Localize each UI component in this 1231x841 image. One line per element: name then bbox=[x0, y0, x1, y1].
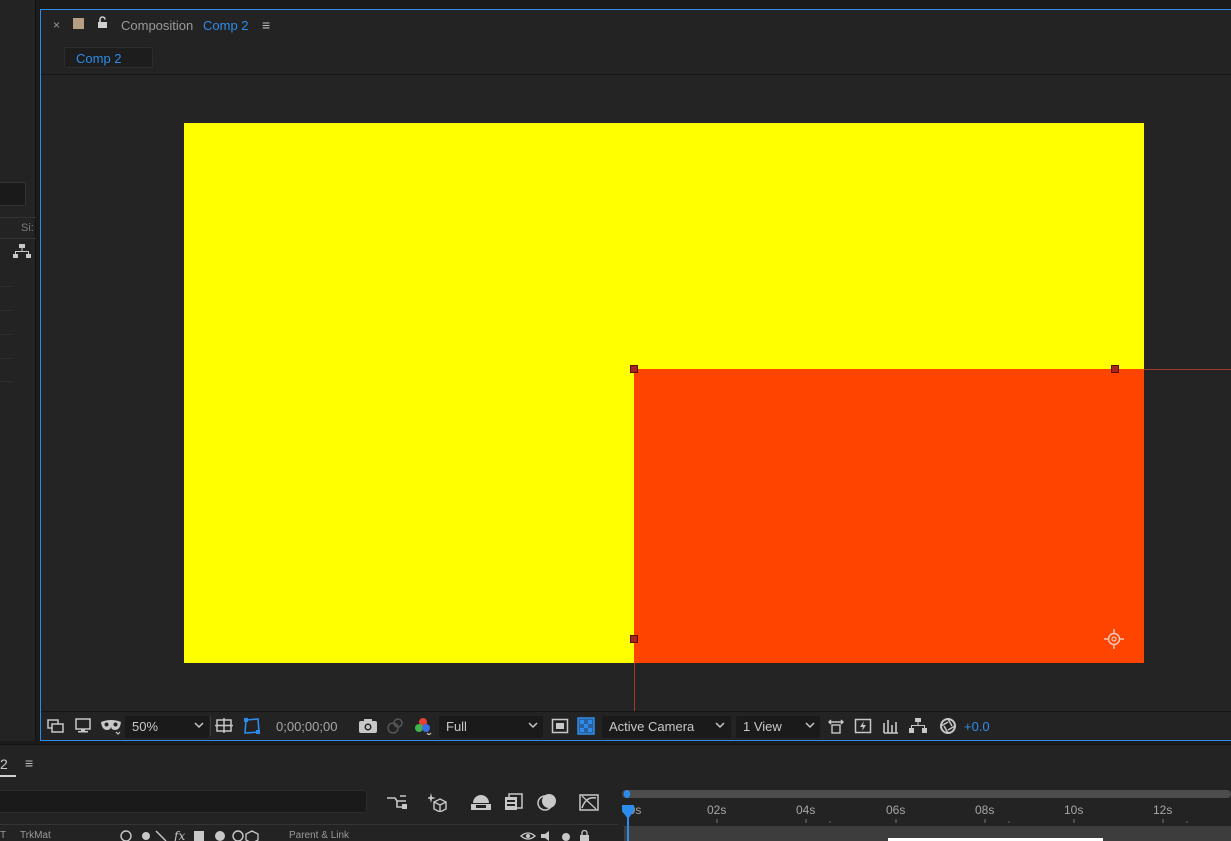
layer-bounds-line bbox=[1144, 369, 1231, 370]
motion-blur-icon[interactable] bbox=[536, 792, 558, 812]
playhead-icon[interactable] bbox=[621, 804, 635, 820]
project-search-input[interactable] bbox=[0, 182, 26, 206]
tab-comp-2[interactable]: Comp 2 bbox=[64, 47, 153, 68]
exposure-value[interactable]: +0.0 bbox=[964, 719, 990, 734]
project-row-divider bbox=[0, 286, 12, 287]
tab-timeline-comp-2[interactable]: 2 bbox=[0, 756, 16, 777]
toolbar-separator bbox=[210, 716, 211, 736]
reset-exposure-icon[interactable] bbox=[939, 717, 957, 735]
fast-previews-icon[interactable] bbox=[854, 717, 872, 735]
timeline-menu-icon[interactable]: ≡ bbox=[25, 755, 33, 771]
graph-editor-icon[interactable] bbox=[578, 792, 600, 812]
timeline-search-input[interactable] bbox=[0, 790, 367, 813]
layer-handle-top-left[interactable] bbox=[630, 365, 638, 373]
layer-handle-top-right[interactable] bbox=[1111, 365, 1119, 373]
project-row-divider bbox=[0, 310, 12, 311]
label-color-swatch[interactable] bbox=[73, 18, 84, 29]
close-panel-icon[interactable]: × bbox=[53, 18, 60, 32]
camera-view-value: Active Camera bbox=[609, 719, 695, 734]
show-snapshot-icon[interactable] bbox=[386, 717, 404, 735]
panel-menu-icon[interactable]: ≡ bbox=[262, 17, 270, 33]
frame-blending-icon[interactable] bbox=[503, 792, 525, 812]
magnification-value: 50% bbox=[132, 719, 159, 734]
anchor-point-icon[interactable] bbox=[1104, 629, 1124, 649]
project-row-divider bbox=[0, 381, 12, 382]
svg-text:fx: fx bbox=[173, 829, 185, 841]
ruler-ticks bbox=[716, 819, 1188, 823]
mask-path-icon[interactable] bbox=[243, 717, 261, 735]
transparency-grid-icon[interactable] bbox=[577, 717, 595, 735]
column-header-t[interactable]: T bbox=[0, 830, 6, 841]
monitor-icon[interactable] bbox=[74, 717, 92, 735]
mask-visibility-icon[interactable] bbox=[100, 717, 122, 735]
shy-layers-icon[interactable] bbox=[470, 792, 492, 812]
av-features-icon[interactable] bbox=[520, 830, 595, 841]
comp-flowchart-icon[interactable] bbox=[909, 717, 927, 735]
flowchart-icon[interactable] bbox=[13, 243, 31, 259]
draft-3d-icon[interactable] bbox=[428, 792, 450, 812]
color-channel-icon[interactable] bbox=[414, 717, 432, 735]
layer-switches-icon[interactable]: fx bbox=[118, 829, 268, 841]
chevron-down-icon bbox=[715, 722, 725, 729]
panel-title-prefix: Composition bbox=[121, 18, 194, 33]
column-header-trkmat[interactable]: TrkMat bbox=[20, 830, 51, 841]
chevron-down-icon bbox=[194, 722, 204, 729]
solid-layer[interactable] bbox=[634, 369, 1144, 663]
column-header-parent-link[interactable]: Parent & Link bbox=[289, 830, 349, 841]
snapshot-icon[interactable] bbox=[358, 717, 378, 735]
region-of-interest-icon[interactable] bbox=[551, 717, 569, 735]
reset-3d-view-icon[interactable] bbox=[827, 717, 845, 735]
divider bbox=[0, 824, 618, 825]
chevron-down-icon bbox=[528, 722, 538, 729]
current-time-display[interactable]: 0;00;00;00 bbox=[276, 719, 337, 734]
always-preview-icon[interactable] bbox=[47, 717, 65, 735]
work-area-start-handle[interactable] bbox=[624, 790, 630, 798]
grid-guides-icon[interactable] bbox=[215, 717, 233, 735]
layer-bounds-line bbox=[634, 663, 635, 711]
panel-title-comp-name[interactable]: Comp 2 bbox=[203, 18, 249, 33]
lock-icon[interactable] bbox=[97, 16, 108, 29]
project-row-divider bbox=[0, 334, 12, 335]
view-layout-value: 1 View bbox=[743, 719, 782, 734]
project-row-divider bbox=[0, 358, 12, 359]
comp-mini-flowchart-icon[interactable] bbox=[386, 792, 408, 812]
timeline-icon[interactable] bbox=[882, 717, 900, 735]
work-area-bar[interactable] bbox=[622, 790, 1231, 798]
layer-handle-bottom-left[interactable] bbox=[630, 635, 638, 643]
resolution-value: Full bbox=[446, 719, 467, 734]
project-panel bbox=[0, 0, 36, 741]
chevron-down-icon bbox=[805, 722, 815, 729]
project-column-size-label[interactable]: Si: bbox=[21, 222, 34, 234]
